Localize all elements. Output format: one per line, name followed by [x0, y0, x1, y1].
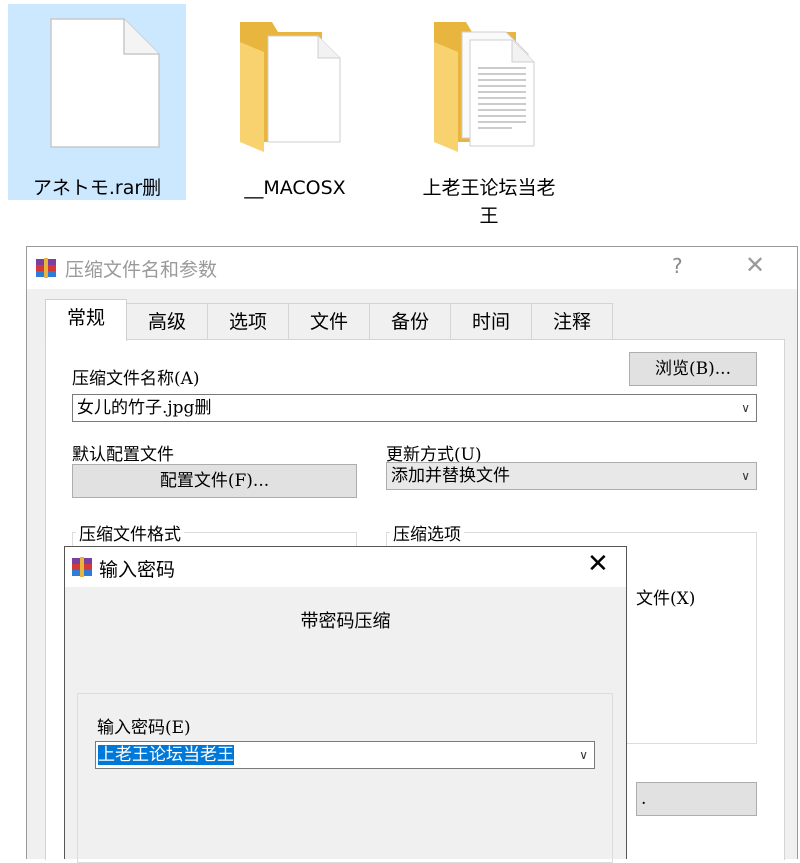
tab-backup[interactable]: 备份 [369, 303, 451, 339]
tab-advanced[interactable]: 高级 [126, 303, 208, 339]
file-label: アネトモ.rar删 [32, 177, 162, 199]
document-icon [50, 18, 160, 148]
partial-button[interactable]: . [636, 782, 757, 816]
password-label: 输入密码(E) [97, 718, 191, 738]
tab-comment[interactable]: 注释 [531, 303, 613, 339]
password-dialog: 输入密码 ✕ 带密码压缩 输入密码(E) 上老王论坛当老王 ∨ [64, 546, 627, 863]
chevron-down-icon: ∨ [741, 401, 750, 415]
archive-name-value: 女儿的竹子.jpg删 [77, 398, 212, 418]
tab-files[interactable]: 文件 [288, 303, 370, 339]
close-icon[interactable]: ✕ [745, 251, 765, 279]
update-mode-select[interactable]: 添加并替换文件 ∨ [386, 462, 757, 490]
archive-name-combo[interactable]: 女儿的竹子.jpg删 ∨ [72, 394, 757, 422]
archive-options-label: 压缩选项 [390, 520, 464, 545]
file-label: 上老王论坛当老王 [422, 177, 556, 227]
dialog-title: 输入密码 [99, 559, 176, 581]
archive-format-label: 压缩文件格式 [76, 520, 184, 545]
tab-general[interactable]: 常规 [45, 299, 127, 341]
winrar-icon [36, 258, 56, 278]
dialog-title-bar: 输入密码 ✕ [65, 547, 626, 587]
tab-time[interactable]: 时间 [450, 303, 532, 339]
chevron-down-icon: ∨ [741, 469, 750, 483]
options-partial-text: 文件(X) [636, 589, 696, 609]
browse-button[interactable]: 浏览(B)... [629, 352, 757, 386]
winrar-icon [72, 557, 92, 577]
window-title: 压缩文件名和参数 [65, 259, 218, 281]
update-mode-value: 添加并替换文件 [391, 466, 510, 486]
password-value: 上老王论坛当老王 [98, 745, 234, 765]
folder-with-documents-icon [434, 22, 535, 152]
title-bar: 压缩文件名和参数 ? ✕ [27, 247, 797, 289]
default-profile-label: 默认配置文件 [72, 445, 174, 465]
folder-item-docs[interactable]: 上老王论坛当老王 [404, 4, 574, 227]
dialog-heading: 带密码压缩 [300, 611, 391, 632]
file-label: __MACOSX [244, 177, 346, 199]
profiles-button[interactable]: 配置文件(F)... [72, 464, 357, 498]
password-input[interactable]: 上老王论坛当老王 ∨ [95, 741, 595, 769]
close-icon[interactable]: ✕ [587, 549, 609, 579]
folder-icon [240, 22, 341, 152]
file-item-rar[interactable]: アネトモ.rar删 [8, 4, 186, 200]
chevron-down-icon: ∨ [579, 748, 588, 762]
tab-options[interactable]: 选项 [207, 303, 289, 339]
folder-item-macosx[interactable]: __MACOSX [210, 4, 380, 200]
archive-name-label: 压缩文件名称(A) [72, 369, 200, 389]
help-button[interactable]: ? [672, 254, 683, 278]
